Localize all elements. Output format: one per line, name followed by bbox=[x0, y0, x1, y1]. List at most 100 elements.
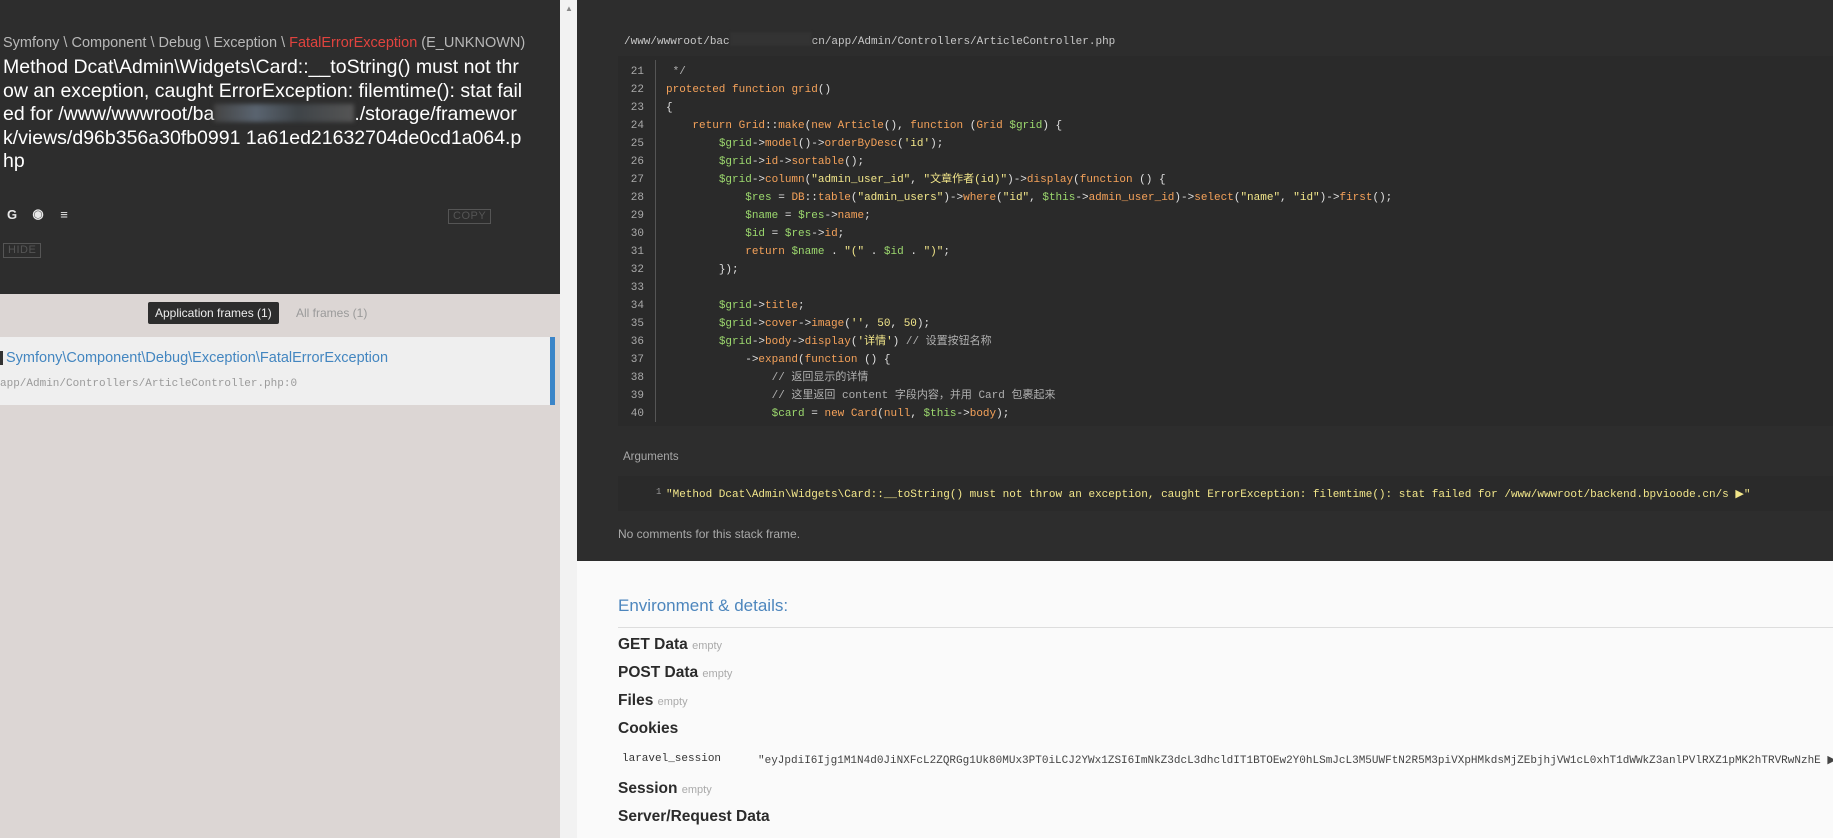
code-line: 30 $id = $res->id; bbox=[618, 225, 1833, 243]
exception-message: Method Dcat\Admin\Widgets\Card::__toStri… bbox=[3, 56, 523, 172]
code-text: // 返回显示的详情 bbox=[771, 372, 869, 384]
line-number: 34 bbox=[630, 300, 644, 312]
redacted-path bbox=[729, 32, 812, 46]
line-number: 29 bbox=[630, 210, 644, 222]
code-line: 31 return $name . "(" . $id . ")"; bbox=[618, 243, 1833, 261]
file-path: /www/wwwroot/bac cn/app/Admin/Controllers… bbox=[624, 32, 1115, 48]
code-text: $res = DB::table("admin_users")->where("… bbox=[745, 192, 1393, 204]
frame-marker bbox=[0, 351, 3, 365]
code-text: ->expand(function () { bbox=[745, 354, 891, 366]
section-server-request: Server/Request Data bbox=[618, 808, 770, 825]
line-number: 21 bbox=[630, 66, 644, 78]
code-text: $id = $res->id; bbox=[745, 228, 845, 240]
code-line: 29 $name = $res->name; bbox=[618, 207, 1833, 225]
line-number: 23 bbox=[630, 102, 644, 114]
code-line: 33 bbox=[618, 279, 1833, 297]
cookie-value[interactable]: "eyJpdiI6Ijg1M1N4d0JiNXFcL2ZQRGg1Uk80MUx… bbox=[758, 753, 1833, 767]
frame-file: app/Admin/Controllers/ArticleController.… bbox=[0, 378, 298, 390]
line-number: 35 bbox=[630, 318, 644, 330]
line-number: 30 bbox=[630, 228, 644, 240]
arguments-block: 1 "Method Dcat\Admin\Widgets\Card::__toS… bbox=[618, 476, 1833, 511]
code-line: 39 // 这里返回 content 字段内容，并用 Card 包裹起来 bbox=[618, 387, 1833, 405]
environment-title: Environment & details: bbox=[618, 596, 789, 615]
code-text: $card = new Card(null, $this->body); bbox=[771, 408, 1010, 420]
tab-all-frames[interactable]: All frames (1) bbox=[296, 302, 367, 324]
code-text: // 这里返回 content 字段内容，并用 Card 包裹起来 bbox=[771, 390, 1056, 402]
code-text: { bbox=[666, 102, 673, 114]
code-text: */ bbox=[666, 66, 686, 78]
code-line: 32 }); bbox=[618, 261, 1833, 279]
line-number: 33 bbox=[630, 282, 644, 294]
stackoverflow-icon[interactable]: ≡ bbox=[56, 206, 72, 222]
code-text: protected function grid() bbox=[666, 84, 832, 96]
code-line: 36 $grid->body->display('详情') // 设置按钮名称 bbox=[618, 333, 1833, 351]
code-text: return Grid::make(new Article(), functio… bbox=[692, 120, 1063, 132]
divider bbox=[618, 627, 1833, 628]
section-session: Session empty bbox=[618, 780, 712, 797]
line-number: 38 bbox=[630, 372, 644, 384]
code-text: $grid->column("admin_user_id", "文章作者(id)… bbox=[718, 174, 1166, 186]
code-text: $grid->model()->orderByDesc('id'); bbox=[718, 138, 944, 150]
cookie-key: laravel_session bbox=[622, 753, 722, 765]
google-icon[interactable]: G bbox=[4, 206, 20, 222]
code-line: 21 */ bbox=[618, 63, 1833, 81]
line-number: 39 bbox=[630, 390, 644, 402]
line-number: 32 bbox=[630, 264, 644, 276]
section-cookies: Cookies bbox=[618, 720, 679, 737]
panel-scrollbar[interactable] bbox=[560, 0, 577, 838]
code-text: $name = $res->name; bbox=[745, 210, 871, 222]
code-line: 26 $grid->id->sortable(); bbox=[618, 153, 1833, 171]
code-block: 21 */ 22 protected function grid() 23 {24 re… bbox=[618, 56, 1833, 426]
tab-application-frames[interactable]: Application frames (1) bbox=[148, 302, 279, 324]
code-text: }); bbox=[718, 264, 739, 276]
frame-tabs: Application frames (1) All frames (1) bbox=[0, 302, 560, 324]
argument-value[interactable]: "Method Dcat\Admin\Widgets\Card::__toStr… bbox=[666, 487, 1750, 501]
line-number: 40 bbox=[630, 408, 644, 420]
line-number: 24 bbox=[630, 120, 644, 132]
exception-type: FatalErrorException bbox=[289, 35, 418, 51]
line-number: 27 bbox=[630, 174, 644, 186]
copy-button[interactable]: COPY bbox=[448, 209, 492, 224]
line-number: 37 bbox=[630, 354, 644, 366]
line-number: 36 bbox=[630, 336, 644, 348]
code-line: 23 { bbox=[618, 99, 1833, 117]
code-text: $grid->body->display('详情') // 设置按钮名称 bbox=[718, 336, 992, 348]
redacted-path bbox=[214, 104, 355, 122]
frame-class: Symfony\Component\Debug\Exception\FatalE… bbox=[6, 350, 389, 366]
scroll-up-icon[interactable]: ▲ bbox=[565, 4, 573, 13]
search-links: G ◉ ≡ bbox=[4, 206, 72, 222]
duckduckgo-icon[interactable]: ◉ bbox=[30, 206, 46, 222]
code-text: $grid->id->sortable(); bbox=[718, 156, 865, 168]
argument-index: 1 bbox=[656, 487, 662, 497]
code-line: 24 return Grid::make(new Article(), func… bbox=[618, 117, 1833, 135]
code-line: 25 $grid->model()->orderByDesc('id'); bbox=[618, 135, 1833, 153]
code-line: 37 ->expand(function () { bbox=[618, 351, 1833, 369]
section-files: Files empty bbox=[618, 692, 688, 709]
code-text: return $name . "(" . $id . ")"; bbox=[745, 246, 950, 258]
details-panel: /www/wwwroot/bac cn/app/Admin/Controllers… bbox=[577, 0, 1833, 838]
stack-panel: Symfony \ Component \ Debug \ Exception … bbox=[0, 0, 560, 838]
section-post-data: POST Data empty bbox=[618, 664, 733, 681]
code-text: $grid->title; bbox=[718, 300, 805, 312]
line-number: 31 bbox=[630, 246, 644, 258]
line-number: 26 bbox=[630, 156, 644, 168]
code-line: 27 $grid->column("admin_user_id", "文章作者(… bbox=[618, 171, 1833, 189]
code-frame: /www/wwwroot/bac cn/app/Admin/Controllers… bbox=[577, 0, 1833, 561]
cookie-row: laravel_session "eyJpdiI6Ijg1M1N4d0JiNXF… bbox=[618, 750, 1833, 772]
arguments-label: Arguments bbox=[623, 451, 679, 463]
line-number: 25 bbox=[630, 138, 644, 150]
hide-button[interactable]: HIDE bbox=[3, 243, 42, 258]
code-line: 28 $res = DB::table("admin_users")->wher… bbox=[618, 189, 1833, 207]
code-text: $grid->cover->image('', 50, 50); bbox=[718, 318, 931, 330]
code-line: 40 $card = new Card(null, $this->body); bbox=[618, 405, 1833, 423]
code-line: 35 $grid->cover->image('', 50, 50); bbox=[618, 315, 1833, 333]
frame-item[interactable]: Symfony\Component\Debug\Exception\FatalE… bbox=[0, 337, 555, 405]
exception-header: Symfony \ Component \ Debug \ Exception … bbox=[0, 0, 560, 294]
section-get-data: GET Data empty bbox=[618, 636, 723, 653]
code-line: 22 protected function grid() bbox=[618, 81, 1833, 99]
line-number: 22 bbox=[630, 84, 644, 96]
code-line: 38 // 返回显示的详情 bbox=[618, 369, 1833, 387]
code-line: 34 $grid->title; bbox=[618, 297, 1833, 315]
line-number: 28 bbox=[630, 192, 644, 204]
no-comments-text: No comments for this stack frame. bbox=[618, 527, 801, 541]
